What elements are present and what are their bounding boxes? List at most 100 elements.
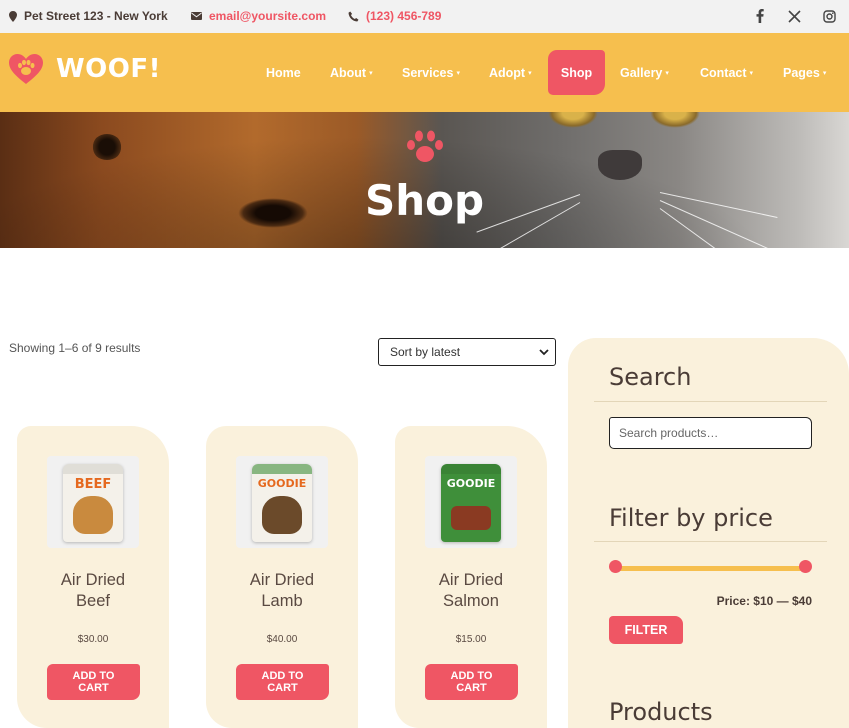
button-line: CART — [78, 682, 109, 694]
button-line: ADD TO — [261, 670, 304, 682]
phone-icon — [348, 11, 359, 21]
price-range-label: Price: $10 — $40 — [716, 594, 812, 608]
address-info: Pet Street 123 - New York — [9, 9, 168, 23]
main-header: WOOF! Home About ▾ Services ▾ Adopt ▾ Sh… — [0, 33, 849, 112]
email-link[interactable]: email@yoursite.com — [209, 9, 326, 23]
divider — [594, 401, 827, 402]
chevron-down-icon: ▾ — [749, 70, 754, 77]
site-logo[interactable]: WOOF! — [8, 53, 161, 85]
button-line: CART — [456, 682, 487, 694]
product-name[interactable]: Air Dried Salmon — [395, 570, 547, 612]
nav-services-label: Services — [402, 66, 454, 80]
paw-icon — [407, 130, 443, 162]
map-pin-icon — [9, 10, 17, 22]
package-pet-illustration — [73, 496, 113, 534]
button-line: ADD TO — [72, 670, 115, 682]
product-package: GOODIE — [441, 464, 501, 542]
chevron-down-icon: ▾ — [456, 70, 460, 77]
nav-adopt-label: Adopt — [489, 66, 526, 80]
chevron-down-icon: ▾ — [369, 70, 373, 77]
search-input[interactable]: Search products… — [609, 417, 812, 449]
nav-about[interactable]: About ▾ — [330, 66, 373, 80]
product-card: GOODIE Air Dried Salmon $15.00 ADD TO CA… — [395, 426, 547, 728]
nav-shop[interactable]: Shop — [548, 50, 605, 95]
nav-about-label: About — [330, 66, 367, 80]
nav-home-label: Home — [266, 66, 301, 80]
add-to-cart-label: ADD TO CART — [262, 670, 304, 694]
product-card: BEEF Air Dried Beef $30.00 ADD TO CART — [17, 426, 169, 728]
nav-pages[interactable]: Pages ▾ — [783, 66, 826, 80]
product-name-line: Air Dried — [438, 571, 504, 589]
facebook-icon[interactable] — [752, 8, 768, 24]
chevron-down-icon: ▾ — [528, 70, 532, 77]
package-pet-illustration — [262, 496, 302, 534]
product-name-line: Salmon — [443, 592, 499, 610]
chevron-down-icon — [539, 349, 549, 356]
sort-selected-value: Sort by latest — [390, 345, 461, 359]
page-title: Shop — [364, 176, 485, 225]
price-slider-max-handle[interactable] — [799, 560, 812, 573]
instagram-icon[interactable] — [821, 8, 837, 24]
product-card: GOODIE Air Dried Lamb $40.00 ADD TO CART — [206, 426, 358, 728]
product-name-line: Air Dried — [60, 571, 126, 589]
product-price: $15.00 — [455, 634, 487, 645]
result-count: Showing 1–6 of 9 results — [9, 341, 141, 355]
price-slider-min-handle[interactable] — [609, 560, 622, 573]
nav-contact[interactable]: Contact ▾ — [700, 66, 753, 80]
logo-text: WOOF! — [56, 54, 162, 84]
add-to-cart-label: ADD TO CART — [73, 670, 115, 694]
chevron-down-icon: ▾ — [822, 70, 827, 77]
hero-banner: Shop — [0, 112, 849, 248]
sort-select[interactable]: Sort by latest — [378, 338, 556, 366]
package-treat-illustration — [451, 506, 491, 530]
add-to-cart-label: ADD TO CART — [451, 670, 493, 694]
address-text: Pet Street 123 - New York — [24, 9, 168, 23]
package-label: GOODIE — [257, 477, 307, 490]
button-line: ADD TO — [450, 670, 493, 682]
add-to-cart-button[interactable]: ADD TO CART — [236, 664, 329, 700]
nav-shop-label: Shop — [560, 65, 593, 80]
products-widget-title: Products — [609, 698, 713, 726]
product-name[interactable]: Air Dried Beef — [17, 570, 169, 612]
search-placeholder: Search products… — [619, 426, 719, 440]
product-package: GOODIE — [252, 464, 312, 542]
price-slider-track[interactable] — [616, 566, 805, 571]
phone-info[interactable]: (123) 456-789 — [348, 9, 441, 23]
product-price: $40.00 — [266, 634, 298, 645]
package-band — [63, 464, 123, 474]
x-twitter-icon[interactable] — [786, 8, 802, 24]
product-name-line: Lamb — [261, 592, 303, 610]
package-label: GOODIE — [446, 477, 496, 490]
nav-home[interactable]: Home — [266, 66, 301, 80]
button-line: CART — [267, 682, 298, 694]
package-label: BEEF — [74, 477, 112, 492]
product-image[interactable]: GOODIE — [236, 456, 328, 548]
heart-paw-logo-icon — [9, 54, 43, 84]
product-name[interactable]: Air Dried Lamb — [206, 570, 358, 612]
product-image[interactable]: GOODIE — [425, 456, 517, 548]
add-to-cart-button[interactable]: ADD TO CART — [47, 664, 140, 700]
envelope-icon — [191, 12, 202, 20]
nav-contact-label: Contact — [700, 66, 747, 80]
product-image[interactable]: BEEF — [47, 456, 139, 548]
dog-eye-decoration — [92, 134, 122, 160]
nav-pages-label: Pages — [783, 66, 820, 80]
package-band — [441, 464, 501, 474]
divider — [594, 541, 827, 542]
filter-button[interactable]: FILTER — [609, 616, 683, 644]
product-price: $30.00 — [77, 634, 109, 645]
email-info[interactable]: email@yoursite.com — [191, 9, 326, 23]
chevron-down-icon: ▾ — [665, 70, 669, 77]
nav-adopt[interactable]: Adopt ▾ — [489, 66, 532, 80]
phone-link[interactable]: (123) 456-789 — [366, 9, 441, 23]
filter-widget-title: Filter by price — [609, 504, 773, 532]
product-package: BEEF — [63, 464, 123, 542]
add-to-cart-button[interactable]: ADD TO CART — [425, 664, 518, 700]
nav-services[interactable]: Services ▾ — [402, 66, 460, 80]
nav-gallery-label: Gallery — [620, 66, 663, 80]
search-widget-title: Search — [609, 363, 692, 391]
package-band — [252, 464, 312, 474]
top-bar: Pet Street 123 - New York email@yoursite… — [0, 0, 849, 33]
nav-gallery[interactable]: Gallery ▾ — [620, 66, 669, 80]
shop-sidebar: Search Search products… Filter by price … — [568, 338, 849, 728]
